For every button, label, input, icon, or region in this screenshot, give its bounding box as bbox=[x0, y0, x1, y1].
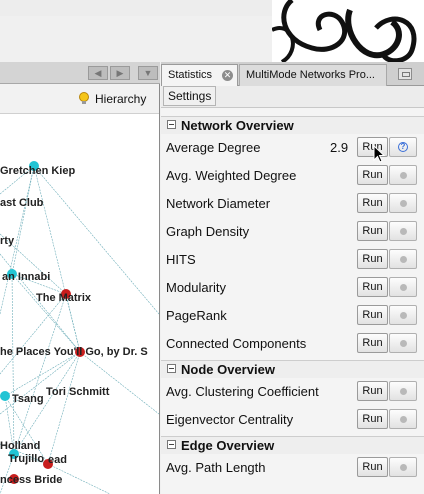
report-button[interactable] bbox=[389, 381, 417, 401]
stat-label: Modularity bbox=[166, 280, 226, 295]
statistics-panel: Statistics ✕ MultiMode Networks Pro... S… bbox=[161, 62, 424, 494]
tab-multimode-label: MultiMode Networks Pro... bbox=[246, 69, 375, 81]
status-dot-icon bbox=[400, 172, 407, 179]
stat-label: Avg. Weighted Degree bbox=[166, 168, 297, 183]
network-graph[interactable]: Gretchen Kiep ast Club rty an Innabi The… bbox=[0, 114, 159, 494]
app-logo bbox=[272, 0, 424, 66]
network-overview-header[interactable]: Network Overview bbox=[161, 116, 424, 134]
stat-label: Network Diameter bbox=[166, 196, 271, 211]
run-button[interactable]: Run bbox=[357, 381, 388, 401]
run-button[interactable]: Run bbox=[357, 277, 388, 297]
run-button[interactable]: Run bbox=[357, 193, 388, 213]
report-button[interactable] bbox=[389, 409, 417, 429]
node-label: ead bbox=[48, 454, 67, 466]
stat-label: Average Degree bbox=[166, 140, 261, 155]
status-dot-icon bbox=[400, 256, 407, 263]
node-label: Gretchen Kiep bbox=[0, 165, 75, 177]
hierarchy-bar: Hierarchy bbox=[0, 84, 159, 114]
node-label: Trujillo bbox=[8, 453, 44, 465]
stat-label: Graph Density bbox=[166, 224, 250, 239]
tab-bar: Statistics ✕ MultiMode Networks Pro... bbox=[161, 62, 424, 86]
report-button[interactable] bbox=[389, 221, 417, 241]
stat-value: 2.9 bbox=[330, 140, 349, 155]
node-label: ncess Bride bbox=[0, 474, 62, 486]
hierarchy-label[interactable]: Hierarchy bbox=[95, 92, 146, 106]
edge-overview-header[interactable]: Edge Overview bbox=[161, 436, 424, 454]
run-button[interactable]: Run bbox=[357, 221, 388, 241]
status-dot-icon bbox=[400, 200, 407, 207]
stat-label: PageRank bbox=[166, 308, 227, 323]
run-button[interactable]: Run bbox=[357, 333, 388, 353]
report-button[interactable] bbox=[389, 457, 417, 477]
status-dot-icon bbox=[400, 388, 407, 395]
tab-statistics-label: Statistics bbox=[168, 69, 213, 81]
status-dot-icon bbox=[400, 416, 407, 423]
stat-row-avg-weighted-degree: Avg. Weighted Degree Run bbox=[161, 162, 424, 190]
stat-row-modularity: Modularity Run bbox=[161, 274, 424, 302]
collapse-icon[interactable] bbox=[167, 364, 176, 373]
node-label: an Innabi bbox=[2, 271, 50, 283]
report-button[interactable] bbox=[389, 333, 417, 353]
tab-multimode-networks[interactable]: MultiMode Networks Pro... bbox=[239, 64, 387, 86]
mouse-cursor-icon bbox=[373, 145, 385, 163]
graph-pane: ◀ ▶ ▼ Hierarchy Gretchen Kiep ast Club r… bbox=[0, 62, 160, 494]
next-arrow-icon[interactable]: ▶ bbox=[110, 66, 130, 80]
stat-label: Connected Components bbox=[166, 336, 307, 351]
stat-row-hits: HITS Run bbox=[161, 246, 424, 274]
report-button[interactable] bbox=[389, 277, 417, 297]
statistics-toolbar: Settings bbox=[161, 86, 424, 108]
node-label: Holland bbox=[0, 440, 40, 452]
graph-pane-toolbar: ◀ ▶ ▼ bbox=[0, 62, 160, 84]
stat-row-connected-components: Connected Components Run bbox=[161, 330, 424, 358]
node-label: he Places You'll Go, by Dr. S bbox=[0, 346, 148, 358]
status-dot-icon bbox=[400, 464, 407, 471]
run-button[interactable]: Run bbox=[357, 409, 388, 429]
status-dot-icon bbox=[400, 312, 407, 319]
section-title: Network Overview bbox=[181, 118, 294, 133]
section-title: Node Overview bbox=[181, 362, 275, 377]
section-title: Edge Overview bbox=[181, 438, 275, 453]
stat-row-graph-density: Graph Density Run bbox=[161, 218, 424, 246]
status-dot-icon bbox=[400, 228, 407, 235]
node-overview-header[interactable]: Node Overview bbox=[161, 360, 424, 378]
stat-label: Eigenvector Centrality bbox=[166, 412, 294, 427]
report-button[interactable] bbox=[389, 249, 417, 269]
stat-row-eigenvector-centrality: Eigenvector Centrality Run bbox=[161, 406, 424, 434]
minimize-window-icon[interactable] bbox=[398, 68, 412, 80]
stat-label: Avg. Clustering Coefficient bbox=[166, 384, 319, 399]
node-label: rty bbox=[0, 235, 15, 247]
collapse-icon[interactable] bbox=[167, 440, 176, 449]
settings-button[interactable]: Settings bbox=[163, 86, 217, 106]
tab-statistics[interactable]: Statistics ✕ bbox=[161, 64, 238, 86]
status-dot-icon bbox=[400, 340, 407, 347]
previous-arrow-icon[interactable]: ◀ bbox=[88, 66, 108, 80]
stat-label: HITS bbox=[166, 252, 196, 267]
run-button[interactable]: Run bbox=[357, 249, 388, 269]
report-button[interactable] bbox=[389, 305, 417, 325]
lightbulb-icon[interactable] bbox=[78, 92, 90, 106]
node-label: The Matrix bbox=[36, 292, 92, 304]
status-dot-icon bbox=[400, 284, 407, 291]
collapse-icon[interactable] bbox=[167, 120, 176, 129]
stat-row-pagerank: PageRank Run bbox=[161, 302, 424, 330]
stat-row-avg-clustering-coefficient: Avg. Clustering Coefficient Run bbox=[161, 378, 424, 406]
stat-row-avg-path-length: Avg. Path Length Run bbox=[161, 454, 424, 482]
dropdown-arrow-icon[interactable]: ▼ bbox=[138, 66, 158, 80]
report-button[interactable] bbox=[389, 165, 417, 185]
run-button[interactable]: Run bbox=[357, 305, 388, 325]
run-button[interactable]: Run bbox=[357, 165, 388, 185]
graph-node[interactable] bbox=[0, 391, 10, 401]
stat-row-network-diameter: Network Diameter Run bbox=[161, 190, 424, 218]
report-button[interactable]: ? bbox=[389, 137, 417, 157]
report-button[interactable] bbox=[389, 193, 417, 213]
help-icon: ? bbox=[398, 142, 408, 152]
node-label: ast Club bbox=[0, 197, 44, 209]
run-button[interactable]: Run bbox=[357, 457, 388, 477]
node-label: Tori Schmitt bbox=[46, 386, 110, 398]
node-label: Tsang bbox=[12, 393, 44, 405]
stat-label: Avg. Path Length bbox=[166, 460, 266, 475]
close-icon[interactable]: ✕ bbox=[222, 70, 233, 81]
